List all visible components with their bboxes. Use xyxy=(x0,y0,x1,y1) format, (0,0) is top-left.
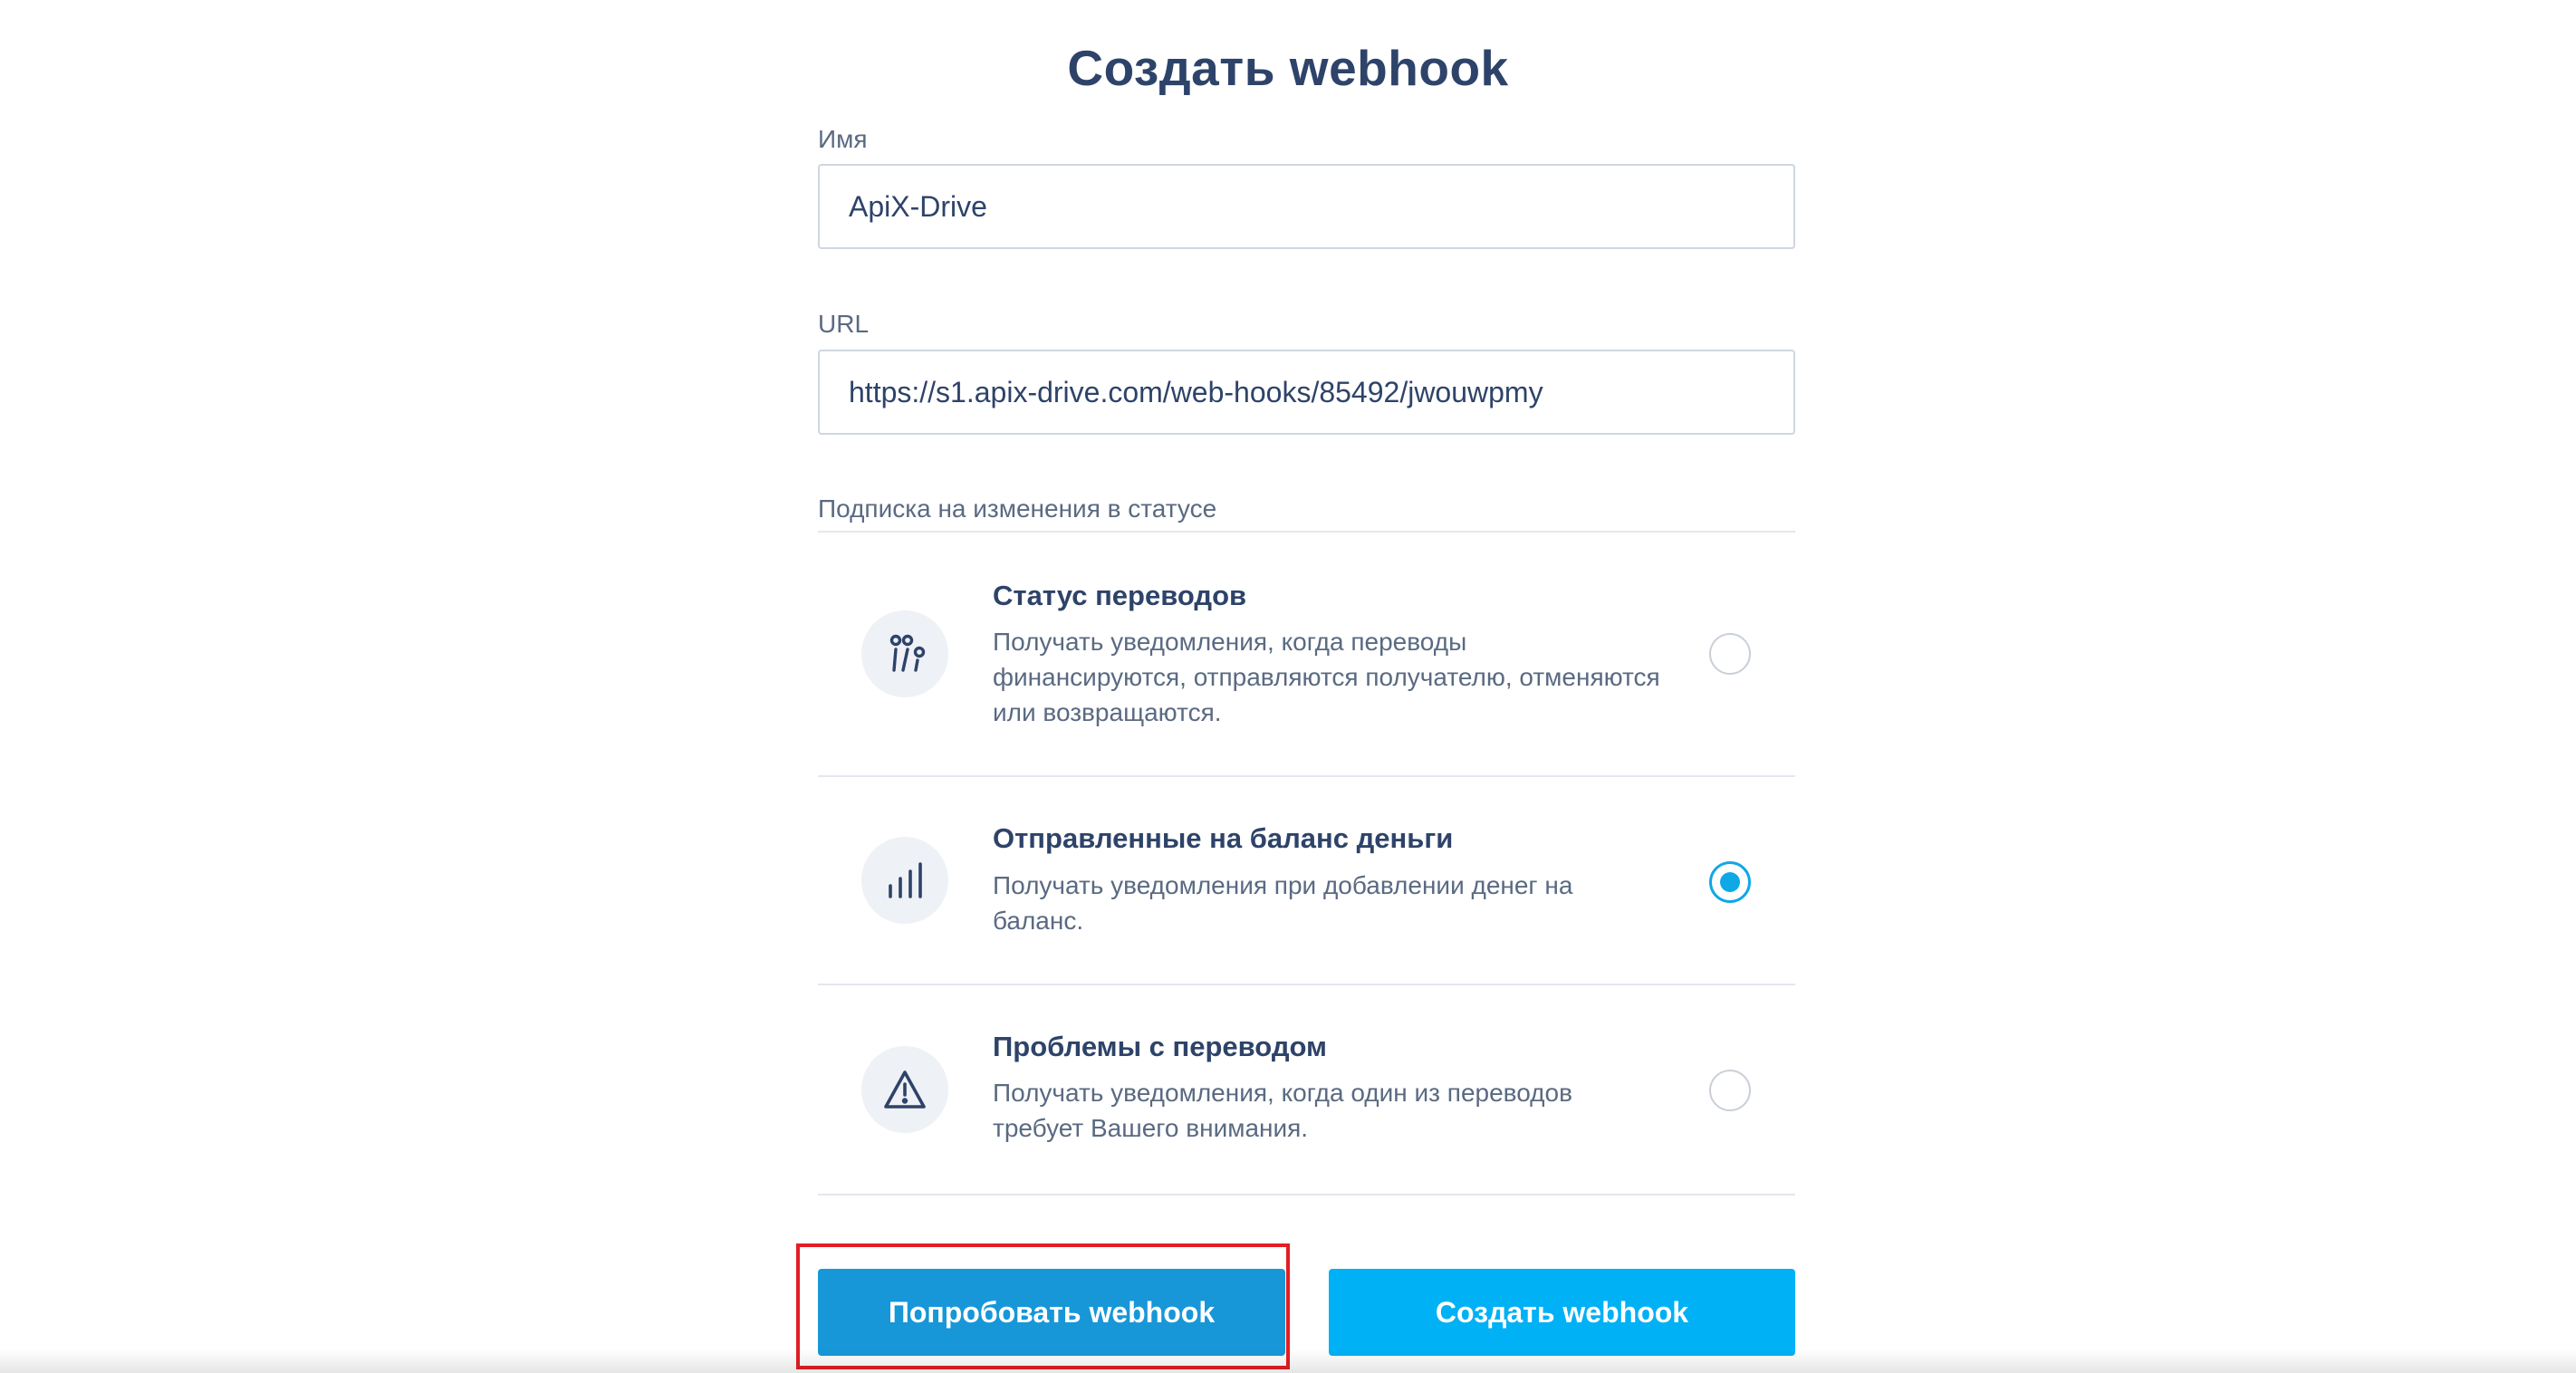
option-title: Проблемы с переводом xyxy=(993,1031,1327,1062)
radio-button[interactable] xyxy=(1709,1070,1751,1111)
warning-triangle-icon xyxy=(861,1046,948,1133)
option-transfer-status[interactable]: Статус переводов Получать уведомления, к… xyxy=(818,533,1795,775)
option-description: Получать уведомления при добавлении дене… xyxy=(993,871,1573,935)
create-webhook-button[interactable]: Создать webhook xyxy=(1329,1269,1795,1356)
bottom-shadow xyxy=(0,1349,2576,1373)
radio-button[interactable] xyxy=(1709,633,1751,675)
url-input[interactable] xyxy=(818,350,1795,435)
radio-button-selected[interactable] xyxy=(1709,861,1751,903)
url-field-label: URL xyxy=(818,310,870,338)
name-input[interactable] xyxy=(818,164,1795,249)
transfer-status-icon xyxy=(861,610,948,697)
option-title: Отправленные на баланс деньги xyxy=(993,822,1454,854)
option-description: Получать уведомления, когда один из пере… xyxy=(993,1079,1572,1142)
page-title: Создать webhook xyxy=(1067,39,1509,96)
subscription-section-label: Подписка на изменения в статусе xyxy=(818,494,1217,523)
option-transfer-problems[interactable]: Проблемы с переводом Получать уведомлени… xyxy=(818,985,1795,1194)
option-title: Статус переводов xyxy=(993,580,1247,611)
try-webhook-button[interactable]: Попробовать webhook xyxy=(818,1269,1285,1356)
option-description: Получать уведомления, когда переводы фин… xyxy=(993,628,1660,726)
name-field-label: Имя xyxy=(818,125,868,153)
option-balance-money[interactable]: Отправленные на баланс деньги Получать у… xyxy=(818,777,1795,984)
divider xyxy=(818,1194,1795,1195)
bar-chart-icon xyxy=(861,837,948,924)
